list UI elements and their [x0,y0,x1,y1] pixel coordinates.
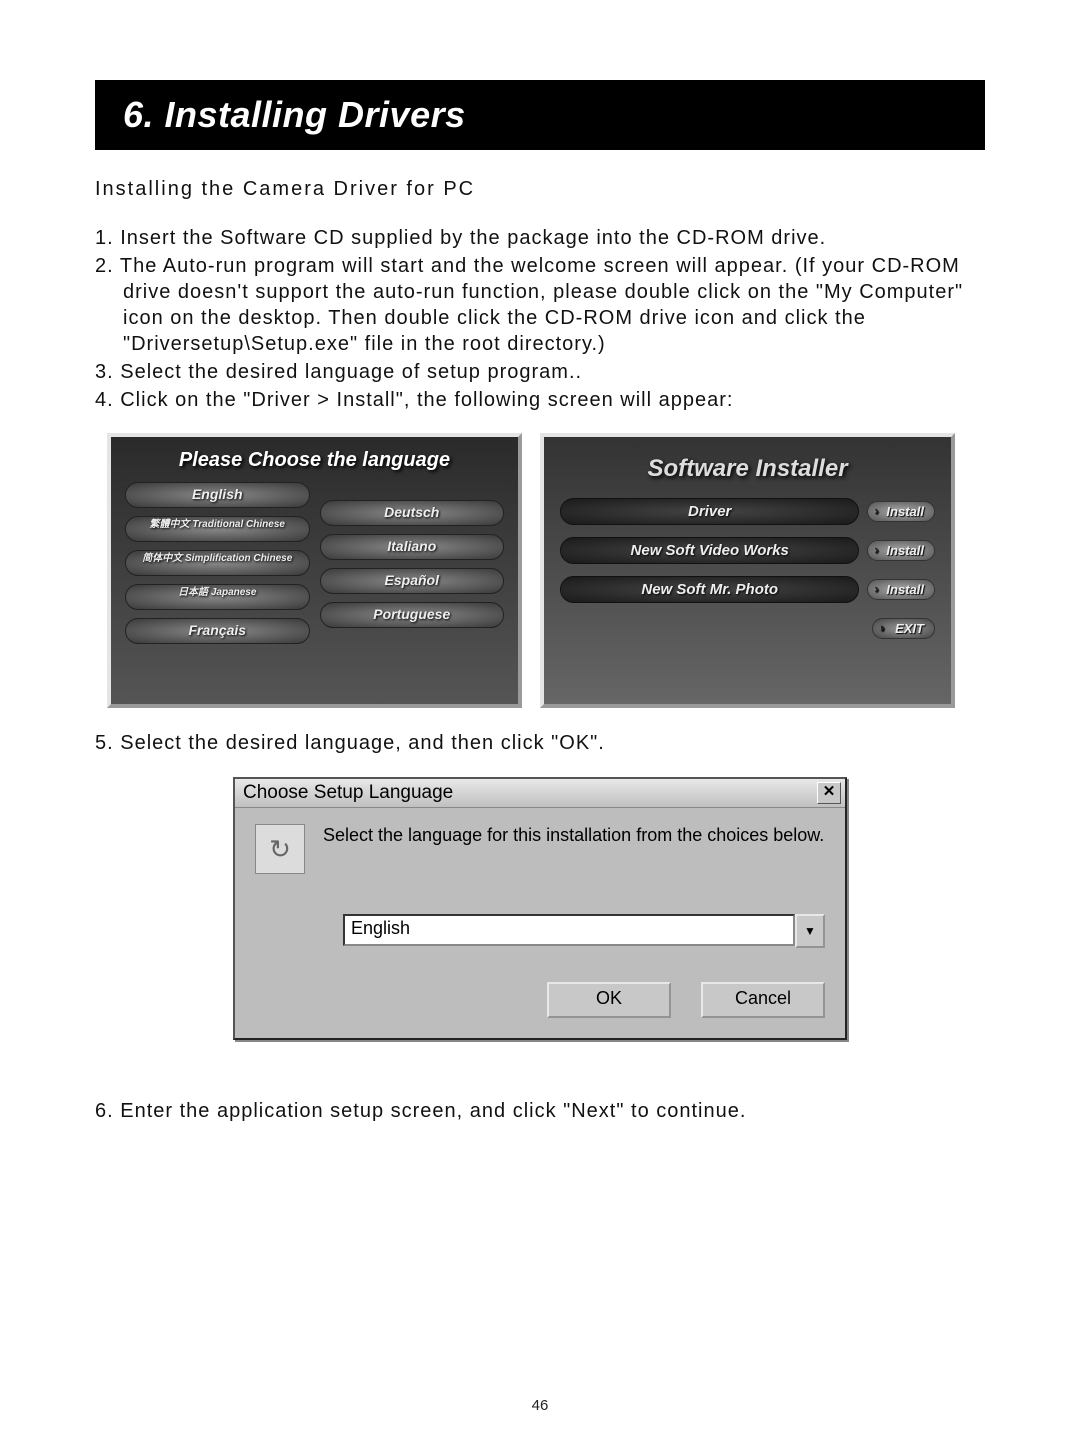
step-1: 1. Insert the Software CD supplied by th… [95,225,985,251]
install-driver-button[interactable]: Install [867,501,935,522]
dialog-instruction-text: Select the language for this installatio… [323,824,825,847]
lang-simp-chinese[interactable]: 简体中文 Simplification Chinese [125,550,310,576]
installer-item-driver: Driver [560,498,859,525]
lang-francais[interactable]: Français [125,618,310,644]
step-3: 3. Select the desired language of setup … [95,359,985,385]
cancel-button[interactable]: Cancel [701,982,825,1018]
install-videoworks-button[interactable]: Install [867,540,935,561]
language-select-value: English [343,914,795,946]
subheading: Installing the Camera Driver for PC [95,178,985,201]
installer-title: Software Installer [544,437,951,495]
software-installer-screenshot: Software Installer Driver Install New So… [540,433,955,708]
step-6: 6. Enter the application setup screen, a… [95,1100,985,1123]
install-mrphoto-button[interactable]: Install [867,579,935,600]
installer-item-mrphoto: New Soft Mr. Photo [560,576,859,603]
setup-icon: ↻ [255,824,305,874]
section-title: 6. Installing Drivers [123,94,466,136]
lang-japanese[interactable]: 日本語 Japanese [125,584,310,610]
dialog-titlebar: Choose Setup Language ✕ [235,779,845,808]
lang-italiano[interactable]: Italiano [320,534,505,560]
dialog-title-text: Choose Setup Language [243,782,453,804]
lang-trad-chinese[interactable]: 繁體中文 Traditional Chinese [125,516,310,542]
step-4: 4. Click on the "Driver > Install", the … [95,387,985,413]
section-title-bar: 6. Installing Drivers [95,80,985,150]
lang-portuguese[interactable]: Portuguese [320,602,505,628]
installer-item-videoworks: New Soft Video Works [560,537,859,564]
page-number: 46 [0,1397,1080,1414]
installer-exit-button[interactable]: EXIT [872,618,935,639]
close-icon[interactable]: ✕ [817,782,841,804]
language-chooser-screenshot: Please Choose the language English 繁體中文 … [107,433,522,708]
language-select[interactable]: English ▼ [343,914,825,948]
ok-button[interactable]: OK [547,982,671,1018]
lang-deutsch[interactable]: Deutsch [320,500,505,526]
lang-english[interactable]: English [125,482,310,508]
choose-language-dialog: Choose Setup Language ✕ ↻ Select the lan… [233,777,847,1040]
steps-list-1-4: 1. Insert the Software CD supplied by th… [95,225,985,413]
language-chooser-title: Please Choose the language [111,437,518,482]
screenshots-row: Please Choose the language English 繁體中文 … [107,433,985,708]
lang-espanol[interactable]: Español [320,568,505,594]
chevron-down-icon[interactable]: ▼ [795,914,825,948]
step-2: 2. The Auto-run program will start and t… [95,253,985,357]
manual-page: 6. Installing Drivers Installing the Cam… [0,0,1080,1442]
step-5: 5. Select the desired language, and then… [95,732,985,755]
